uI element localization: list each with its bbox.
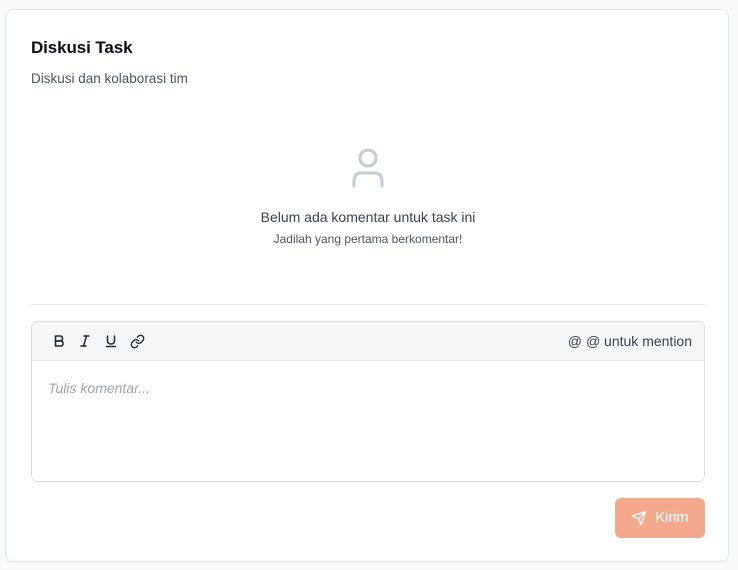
- empty-state-message: Belum ada komentar untuk task ini: [260, 209, 476, 225]
- bold-button[interactable]: [46, 328, 72, 354]
- divider: [31, 304, 705, 305]
- link-icon: [130, 334, 144, 348]
- italic-icon: [80, 335, 90, 347]
- mention-hint-label: @ untuk mention: [585, 333, 692, 349]
- send-icon: [632, 510, 647, 526]
- comment-editor: @ @ untuk mention: [31, 321, 705, 482]
- bold-icon: [54, 335, 64, 347]
- user-icon: [350, 146, 386, 190]
- at-sign-icon: @: [567, 333, 582, 349]
- editor-toolbar: @ @ untuk mention: [32, 322, 704, 361]
- italic-button[interactable]: [72, 328, 98, 354]
- page-title: Diskusi Task: [31, 38, 133, 57]
- underline-button[interactable]: [98, 328, 124, 354]
- send-button[interactable]: Kirim: [615, 498, 705, 538]
- underline-icon: [105, 335, 117, 348]
- mention-hint: @ @ untuk mention: [568, 333, 692, 349]
- empty-state-hint: Jadilah yang pertama berkomentar!: [273, 232, 463, 246]
- discussion-card: Diskusi Task Diskusi dan kolaborasi tim …: [5, 9, 729, 562]
- page-subtitle: Diskusi dan kolaborasi tim: [31, 71, 188, 86]
- link-button[interactable]: [124, 328, 150, 354]
- comment-input[interactable]: [32, 361, 704, 481]
- send-button-label: Kirim: [655, 510, 689, 526]
- empty-state: Belum ada komentar untuk task ini Jadila…: [6, 146, 730, 246]
